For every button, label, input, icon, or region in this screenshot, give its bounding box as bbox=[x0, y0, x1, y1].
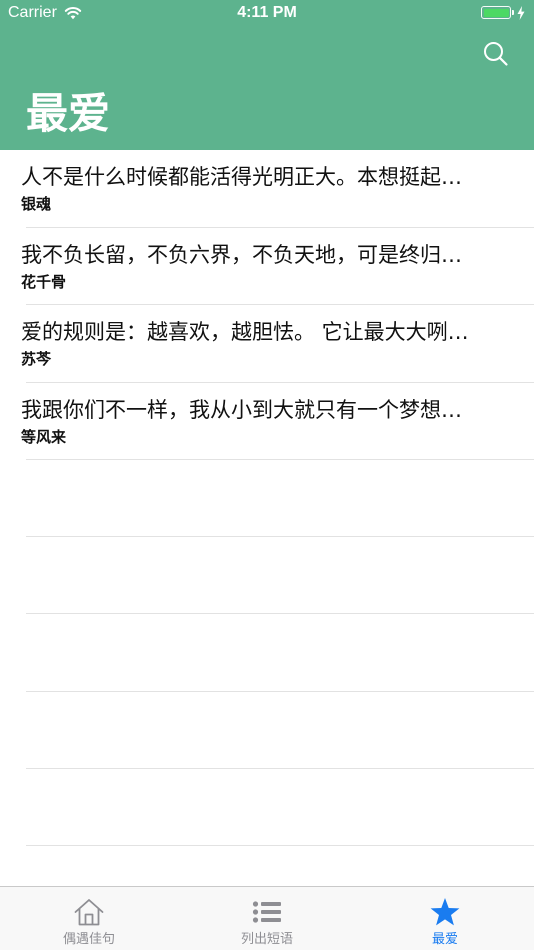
quote-text: 人不是什么时候都能活得光明正大。本想挺起… bbox=[21, 165, 462, 189]
empty-row-divider bbox=[26, 536, 534, 537]
tab-label: 列出短语 bbox=[240, 932, 293, 947]
charging-bolt-icon bbox=[517, 5, 525, 24]
quote-row[interactable]: 爱的规则是：越喜欢，越胆怯。 它让最大大咧… 苏芩 bbox=[0, 305, 534, 382]
quote-source: 花千骨 bbox=[21, 273, 67, 291]
empty-row-divider bbox=[26, 613, 534, 614]
battery-icon bbox=[481, 6, 511, 19]
quote-source: 苏芩 bbox=[21, 350, 52, 368]
list-icon bbox=[252, 901, 281, 923]
tab-discover[interactable]: 偶遇佳句 bbox=[0, 887, 178, 951]
empty-row-divider bbox=[26, 691, 534, 692]
quote-row[interactable]: 我不负长留，不负六界，不负天地，可是终归… 花千骨 bbox=[0, 228, 534, 305]
quote-text: 爱的规则是：越喜欢，越胆怯。 它让最大大咧… bbox=[21, 320, 469, 344]
home-icon bbox=[74, 899, 104, 926]
search-icon bbox=[484, 42, 508, 66]
tab-label: 偶遇佳句 bbox=[62, 932, 115, 947]
quote-row[interactable]: 我跟你们不一样，我从小到大就只有一个梦想… 等风来 bbox=[0, 383, 534, 460]
navigation-header: Carrier 4:11 PM 最爱 bbox=[0, 0, 534, 150]
row-divider bbox=[26, 304, 534, 305]
status-time: 4:11 PM bbox=[237, 4, 297, 21]
battery-cap bbox=[512, 10, 514, 15]
quote-source: 等风来 bbox=[21, 428, 67, 446]
status-bar: Carrier 4:11 PM bbox=[0, 0, 534, 28]
empty-row-divider bbox=[26, 768, 534, 769]
star-icon bbox=[430, 898, 460, 926]
page-title: 最爱 bbox=[26, 89, 111, 138]
row-divider bbox=[26, 382, 534, 383]
tab-label: 最爱 bbox=[431, 932, 458, 947]
quote-text: 我不负长留，不负六界，不负天地，可是终归… bbox=[21, 243, 462, 267]
quote-text: 我跟你们不一样，我从小到大就只有一个梦想… bbox=[21, 398, 462, 422]
row-divider bbox=[26, 227, 534, 228]
empty-row-divider bbox=[26, 845, 534, 846]
search-button[interactable] bbox=[482, 40, 510, 68]
tab-favorites[interactable]: 最爱 bbox=[356, 887, 534, 951]
tab-list[interactable]: 列出短语 bbox=[178, 887, 356, 951]
quote-source: 银魂 bbox=[21, 195, 52, 213]
row-divider bbox=[26, 459, 534, 460]
quote-row[interactable]: 人不是什么时候都能活得光明正大。本想挺起… 银魂 bbox=[0, 150, 534, 227]
tab-bar: 偶遇佳句 列出短语 最爱 bbox=[0, 886, 534, 950]
